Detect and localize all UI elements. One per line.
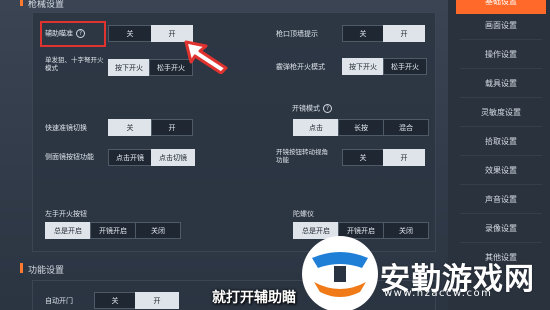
sidebar-item-controls[interactable]: 操作设置 [456, 41, 546, 67]
burst-fire-toggle: 按下开火 松手开火 [342, 58, 427, 75]
section-title-feature: 功能设置 [28, 266, 65, 276]
auto-door-on[interactable]: 开 [135, 292, 179, 309]
sidebar-item-vehicle[interactable]: 载具设置 [456, 70, 546, 96]
gyro-options: 总是开启 开镜开启 关闭 [293, 222, 429, 239]
muzzle-hint-label: 枪口顶墙提示 [276, 30, 318, 38]
divider [460, 126, 542, 127]
scope-btn-view-label: 开镜按钮转动视角功能 [276, 148, 328, 164]
auto-door-off[interactable]: 关 [94, 292, 136, 309]
subtitle-caption: 就打开辅助瞄 [212, 290, 296, 306]
quick-scope-label: 快速准镜切换 [45, 124, 87, 132]
gyro-off[interactable]: 关闭 [383, 222, 429, 239]
side-scope-toggle: 点击开镜 点击切镜 [108, 149, 195, 166]
left-fire-always[interactable]: 总是开启 [45, 222, 91, 239]
quick-scope-on[interactable]: 开 [151, 119, 193, 136]
side-scope-open[interactable]: 点击开镜 [108, 149, 152, 166]
sidebar-item-pickup[interactable]: 拾取设置 [456, 128, 546, 154]
auto-door-toggle: 关 开 [94, 292, 179, 309]
quick-scope-toggle: 关 开 [108, 119, 193, 136]
divider [460, 242, 542, 243]
muzzle-hint-on[interactable]: 开 [383, 25, 425, 42]
scope-mode-tabs: 点击 长按 混合 [293, 119, 429, 136]
aim-assist-off[interactable]: 关 [108, 25, 152, 42]
side-scope-label: 侧面镜按钮功能 [45, 153, 94, 161]
single-fire-toggle: 按下开火 松手开火 [108, 59, 193, 76]
divider [460, 39, 542, 40]
burst-fire-label: 霰弹枪开火模式 [276, 63, 325, 71]
gyro-label: 陀螺仪 [293, 210, 314, 218]
side-scope-switch[interactable]: 点击切镜 [151, 149, 195, 166]
sidebar-item-sound[interactable]: 声音设置 [456, 186, 546, 212]
auto-door-label: 自动开门 [45, 297, 73, 305]
scope-btn-view-off[interactable]: 关 [342, 149, 384, 166]
muzzle-hint-toggle: 关 开 [342, 25, 425, 42]
pointer-arrow-icon [184, 40, 228, 74]
left-fire-scope[interactable]: 开镜开启 [90, 222, 136, 239]
divider [460, 155, 542, 156]
sidebar-item-graphics[interactable]: 画面设置 [456, 12, 546, 38]
sidebar-item-replay[interactable]: 录像设置 [456, 215, 546, 241]
watermark-logo [302, 236, 378, 310]
quick-scope-off[interactable]: 关 [108, 119, 152, 136]
sidebar-item-effects[interactable]: 效果设置 [456, 157, 546, 183]
scope-mode-click[interactable]: 点击 [293, 119, 339, 136]
logo-icon [312, 252, 368, 297]
section-title-gun: 枪械设置 [28, 0, 65, 10]
open-scope-label: 开镜模式? [292, 104, 332, 114]
sidebar-item-sensitivity[interactable]: 灵敏度设置 [456, 99, 546, 125]
divider [460, 97, 542, 98]
single-fire-label: 单发狙、十字弩开火模式 [45, 56, 104, 72]
divider [460, 213, 542, 214]
burst-fire-press[interactable]: 按下开火 [342, 58, 384, 75]
divider [460, 184, 542, 185]
scope-btn-view-on[interactable]: 开 [383, 149, 425, 166]
left-fire-label: 左手开火按钮 [45, 210, 87, 218]
section-marker [20, 263, 23, 273]
left-fire-options: 总是开启 开镜开启 关闭 [45, 222, 181, 239]
scope-btn-view-toggle: 关 开 [342, 149, 425, 166]
info-icon[interactable]: ? [323, 104, 332, 113]
muzzle-hint-off[interactable]: 关 [342, 25, 384, 42]
aim-assist-toggle: 关 开 [108, 25, 193, 42]
section-marker [20, 0, 23, 6]
divider [460, 68, 542, 69]
scope-mode-mix[interactable]: 混合 [383, 119, 429, 136]
highlight-box [40, 21, 106, 47]
burst-fire-release[interactable]: 松手开火 [383, 58, 427, 75]
watermark-url: www.hzaccw.com [384, 288, 493, 299]
left-fire-off[interactable]: 关闭 [135, 222, 181, 239]
single-fire-press[interactable]: 按下开火 [108, 59, 150, 76]
scope-mode-hold[interactable]: 长按 [338, 119, 384, 136]
